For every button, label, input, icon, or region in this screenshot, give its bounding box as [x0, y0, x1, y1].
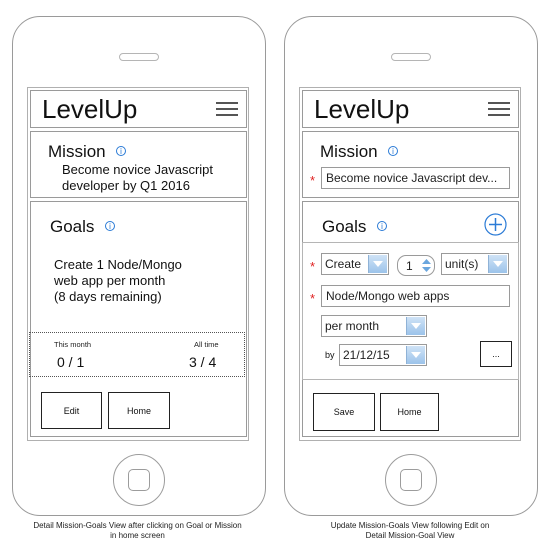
chevron-down-icon — [488, 255, 507, 273]
all-time-value: 3 / 4 — [189, 354, 217, 370]
required-marker: * — [310, 291, 316, 306]
chevron-down-icon — [368, 255, 387, 273]
right-home-button-square — [400, 469, 422, 491]
right-caption: Update Mission-Goals View following Edit… — [275, 521, 545, 541]
left-caption-line2: in home screen — [110, 531, 165, 540]
goal-text-line2[interactable]: web app per month — [54, 273, 165, 289]
goals-heading: Goals — [322, 217, 367, 236]
info-icon[interactable]: i — [116, 146, 126, 156]
add-goal-icon[interactable] — [484, 213, 507, 236]
home-button[interactable]: Home — [108, 392, 170, 429]
info-icon[interactable]: i — [388, 146, 398, 156]
required-marker: * — [310, 173, 316, 188]
mission-text-line2: developer by Q1 2016 — [62, 178, 190, 193]
app-logo: LevelUp — [314, 94, 410, 124]
action-select[interactable]: Create — [321, 253, 389, 275]
app-logo: LevelUp — [42, 94, 138, 124]
right-phone-speaker — [391, 53, 431, 61]
all-time-label: All time — [194, 340, 219, 349]
date-value: 21/12/15 — [343, 348, 390, 362]
goals-heading: Goals — [50, 217, 95, 236]
frequency-select-value: per month — [325, 319, 380, 333]
mission-text-line1: Become novice Javascript — [62, 162, 214, 177]
unit-select[interactable]: unit(s) — [441, 253, 509, 275]
left-phone-speaker — [119, 53, 159, 61]
quantity-value: 1 — [406, 258, 413, 273]
required-marker: * — [310, 259, 316, 274]
edit-button[interactable]: Edit — [41, 392, 102, 429]
goal-text-line3: (8 days remaining) — [54, 289, 162, 304]
chevron-down-icon — [406, 346, 425, 364]
save-button[interactable]: Save — [313, 393, 375, 431]
left-home-button-square — [128, 469, 150, 491]
mission-heading: Mission — [320, 142, 378, 161]
home-button[interactable]: Home — [380, 393, 439, 431]
right-caption-line1: Update Mission-Goals View following Edit… — [330, 521, 490, 530]
hamburger-menu-icon[interactable] — [216, 102, 238, 116]
info-icon[interactable]: i — [105, 221, 115, 231]
by-label: by — [325, 350, 335, 360]
goal-text-line1[interactable]: Create 1 Node/Mongo — [54, 257, 182, 273]
chevron-down-icon — [406, 317, 425, 335]
this-month-value: 0 / 1 — [57, 354, 85, 370]
left-caption: Detail Mission-Goals View after clicking… — [0, 521, 275, 541]
mission-input[interactable]: Become novice Javascript dev... — [321, 167, 510, 189]
info-icon[interactable]: i — [377, 221, 387, 231]
quantity-stepper[interactable]: 1 — [397, 255, 435, 276]
right-caption-line2: Detail Mission-Goal View — [365, 531, 455, 540]
frequency-select[interactable]: per month — [321, 315, 427, 337]
more-options-button[interactable]: ... — [480, 341, 512, 367]
mission-heading: Mission — [48, 142, 106, 161]
goal-name-input[interactable]: Node/Mongo web apps — [321, 285, 510, 307]
unit-select-value: unit(s) — [445, 257, 479, 271]
hamburger-menu-icon[interactable] — [488, 102, 510, 116]
this-month-label: This month — [54, 340, 92, 349]
date-select[interactable]: 21/12/15 — [339, 344, 427, 366]
stepper-arrows-icon[interactable] — [421, 258, 432, 273]
action-select-value: Create — [325, 257, 362, 271]
left-caption-line1: Detail Mission-Goals View after clicking… — [33, 521, 242, 530]
